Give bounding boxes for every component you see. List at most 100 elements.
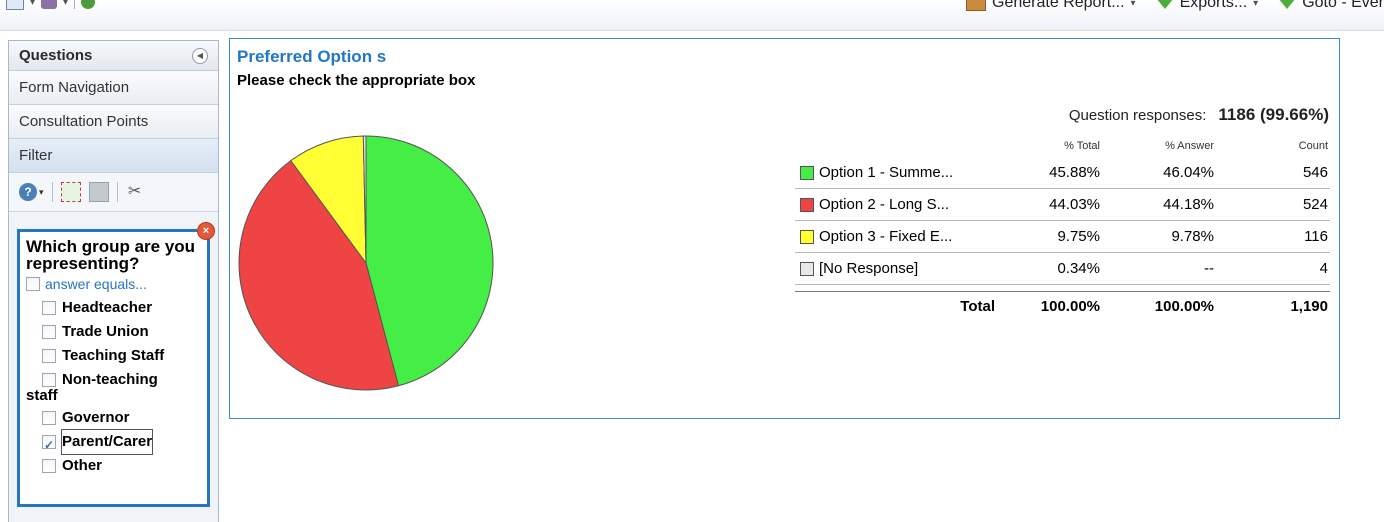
total-count: 1,190: [1290, 297, 1328, 315]
row-name: Option 3 - Fixed E...: [819, 228, 953, 245]
exports-button[interactable]: Exports... ▾: [1155, 0, 1259, 12]
legend-swatch: [800, 165, 814, 180]
option-headteacher[interactable]: Headteacher: [26, 296, 201, 320]
sidebar-item-filter[interactable]: Filter: [9, 139, 218, 173]
row-answer: --: [1204, 260, 1214, 277]
option-trade-union[interactable]: Trade Union: [26, 320, 201, 344]
option-checkbox[interactable]: [42, 459, 56, 473]
option-checkbox[interactable]: [42, 325, 56, 339]
view-icon[interactable]: [6, 0, 24, 10]
table-row[interactable]: Option 1 - Summe... 45.88% 46.04% 546: [795, 157, 1330, 189]
option-label: Headteacher: [62, 299, 153, 316]
row-name: [No Response]: [819, 260, 919, 277]
users-dropdown-caret[interactable]: ▾: [63, 0, 68, 8]
legend-swatch: [800, 261, 814, 276]
option-label: Parent/Carer: [60, 429, 154, 455]
goto-button[interactable]: Goto - Ever: [1278, 0, 1384, 12]
option-parent-carer[interactable]: Parent/Carer: [26, 429, 201, 457]
option-governor[interactable]: Governor: [26, 406, 201, 430]
sidebar-item-label: Filter: [19, 147, 53, 164]
add-filter-icon[interactable]: [60, 182, 81, 202]
option-label: Teaching Staff: [62, 347, 165, 364]
option-teaching-staff[interactable]: Teaching Staff: [26, 344, 201, 368]
view-dropdown-caret[interactable]: ▾: [30, 0, 35, 8]
toolbar-right-group: Generate Report... ▾ Exports... ▾ Goto -…: [966, 0, 1384, 12]
questions-sidebar: Questions ◀ Form Navigation Consultation…: [8, 40, 219, 522]
row-total: 9.75%: [1057, 228, 1100, 245]
toolbar-divider: [74, 0, 76, 9]
table-row[interactable]: Option 3 - Fixed E... 9.75% 9.78% 116: [795, 221, 1330, 253]
total-answer: 100.00%: [1154, 297, 1214, 315]
legend-swatch: [800, 197, 814, 212]
option-label: Governor: [62, 409, 130, 426]
filter-toolbar: ? ▾ ✂: [9, 173, 218, 212]
option-other[interactable]: Other: [26, 454, 201, 478]
filter-condition-box: × Which group are you representing? answ…: [17, 222, 215, 507]
chevron-down-icon[interactable]: ▾: [39, 187, 44, 198]
header-answer: % Answer: [1165, 140, 1214, 152]
users-icon[interactable]: [41, 0, 58, 9]
answer-equals-link[interactable]: answer equals...: [45, 276, 147, 292]
option-checkbox[interactable]: [42, 373, 56, 387]
row-count: 546: [1302, 164, 1328, 181]
green-arrow-icon: [1278, 0, 1297, 9]
total-total: 100.00%: [1040, 297, 1100, 315]
row-total: 44.03%: [1049, 196, 1100, 213]
responses-value: 1186 (99.66%): [1218, 105, 1329, 124]
chevron-down-icon: ▾: [1253, 0, 1259, 9]
row-answer: 44.18%: [1163, 196, 1214, 213]
filter-question: Which group are you representing?: [26, 237, 196, 273]
option-checkbox[interactable]: [42, 349, 56, 363]
pie-chart: [238, 135, 494, 391]
copy-filter-icon[interactable]: [88, 182, 109, 202]
generate-report-label: Generate Report...: [992, 0, 1125, 11]
option-checkbox[interactable]: [42, 301, 56, 315]
sidebar-item-label: Consultation Points: [19, 113, 149, 130]
collapse-icon[interactable]: ◀: [192, 47, 208, 64]
help-icon[interactable]: ?: [19, 183, 37, 201]
row-total: 45.88%: [1049, 164, 1100, 181]
sidebar-item-form-navigation[interactable]: Form Navigation: [9, 71, 218, 105]
responses-label: Question responses:: [1068, 107, 1207, 124]
question-subtitle: Please check the appropriate box: [237, 72, 476, 89]
question-report-panel: Preferred Option s Please check the appr…: [229, 38, 1340, 419]
scissors-icon[interactable]: ✂: [126, 183, 144, 201]
sidebar-title: Questions: [19, 47, 93, 64]
row-name: Option 1 - Summe...: [819, 164, 954, 181]
row-count: 116: [1304, 228, 1328, 245]
answer-equals-checkbox[interactable]: [26, 277, 40, 291]
exports-label: Exports...: [1179, 0, 1248, 11]
table-row[interactable]: [No Response] 0.34% -- 4: [795, 253, 1330, 285]
row-answer: 46.04%: [1163, 164, 1214, 181]
chevron-down-icon: ▾: [1130, 0, 1136, 9]
question-title: Preferred Option s: [237, 47, 387, 66]
sidebar-item-consultation-points[interactable]: Consultation Points: [9, 105, 218, 139]
close-icon[interactable]: ×: [197, 222, 215, 240]
row-count: 524: [1302, 196, 1328, 213]
option-label: Other: [62, 457, 103, 474]
table-row[interactable]: Option 2 - Long S... 44.03% 44.18% 524: [795, 189, 1330, 221]
generate-report-button[interactable]: Generate Report... ▾: [966, 0, 1136, 12]
option-checkbox-checked[interactable]: [42, 433, 56, 457]
refresh-icon[interactable]: [81, 0, 96, 9]
goto-label: Goto - Ever: [1302, 0, 1384, 11]
sidebar-item-label: Form Navigation: [19, 79, 130, 96]
results-table: % Total % Answer Count Option 1 - Summe.…: [795, 135, 1330, 320]
answer-equals-row[interactable]: answer equals...: [26, 276, 201, 292]
total-label: Total: [960, 297, 995, 315]
legend-swatch: [800, 229, 814, 244]
green-arrow-icon: [1155, 0, 1174, 9]
question-responses: Question responses: 1186 (99.66%): [1069, 105, 1329, 125]
row-name: Option 2 - Long S...: [819, 196, 950, 213]
top-toolbar: ▾ ▾ Generate Report... ▾ Exports... ▾ Go…: [0, 0, 1384, 31]
option-checkbox[interactable]: [42, 411, 56, 425]
option-label: Trade Union: [62, 323, 149, 340]
header-count: Count: [1298, 140, 1328, 152]
toolbar-divider: [51, 182, 53, 202]
row-answer: 9.78%: [1171, 228, 1214, 245]
option-label: Non-teaching: [62, 371, 158, 388]
row-total: 0.34%: [1057, 260, 1100, 277]
sidebar-header: Questions ◀: [9, 41, 218, 71]
toolbar-divider: [116, 182, 118, 202]
row-count: 4: [1319, 260, 1328, 277]
